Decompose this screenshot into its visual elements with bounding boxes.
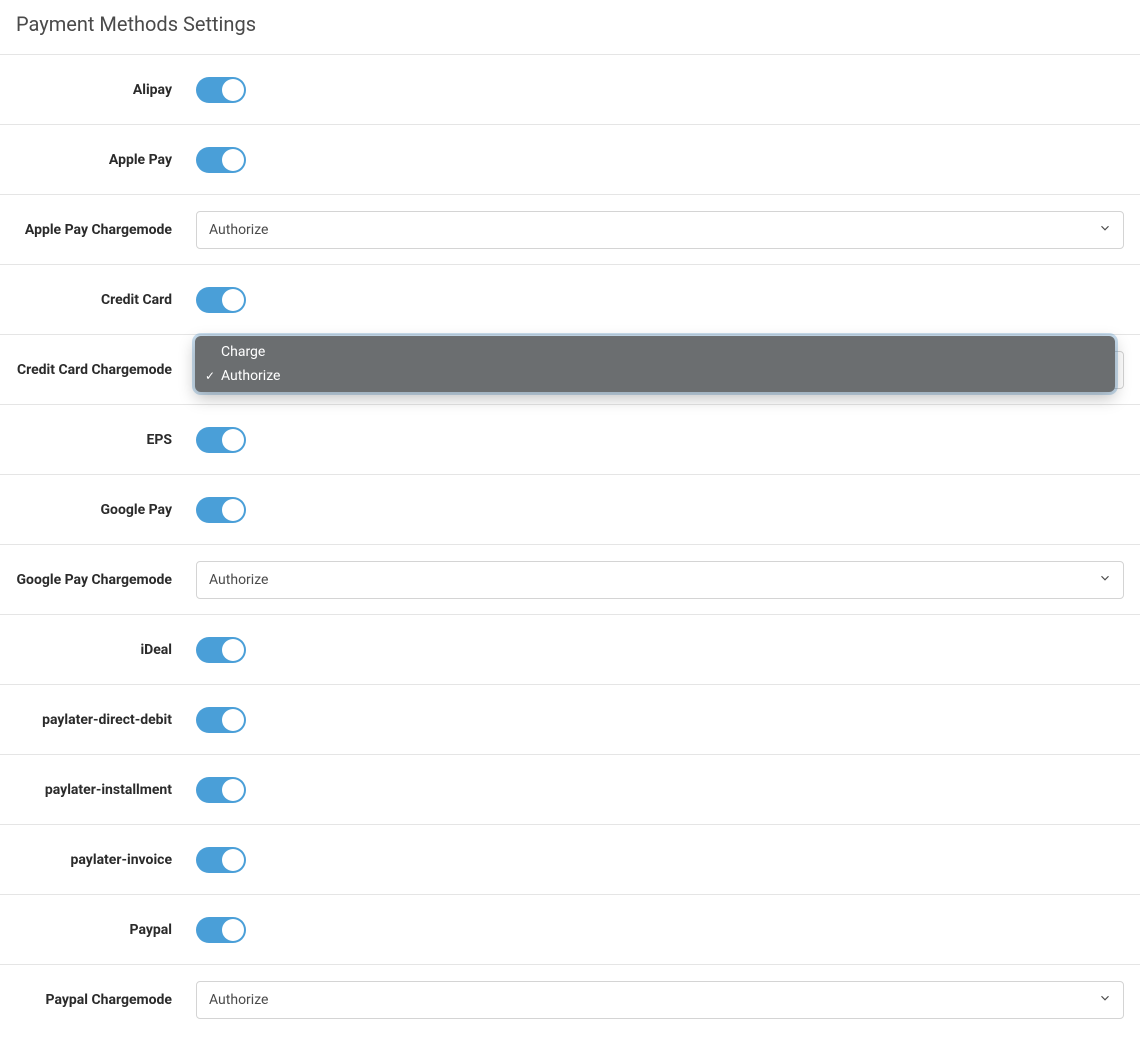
credit_card-toggle[interactable]: [196, 287, 246, 313]
row-label: Alipay: [16, 82, 196, 98]
paylater_installment-toggle[interactable]: [196, 777, 246, 803]
row-label: iDeal: [16, 642, 196, 658]
dropdown-menu[interactable]: Charge ✓ Authorize: [195, 336, 1115, 392]
toggle-knob: [222, 779, 244, 801]
eps-toggle[interactable]: [196, 427, 246, 453]
google_pay-toggle[interactable]: [196, 497, 246, 523]
toggle-knob: [222, 639, 244, 661]
paypal-toggle[interactable]: [196, 917, 246, 943]
settings-row-ideal: iDeal: [0, 614, 1140, 684]
settings-row-paylater_installment: paylater-installment: [0, 754, 1140, 824]
select-value: Authorize: [209, 222, 268, 238]
settings-row-paylater_direct_debit: paylater-direct-debit: [0, 684, 1140, 754]
dropdown-option-label: Authorize: [221, 368, 280, 384]
toggle-knob: [222, 919, 244, 941]
check-icon: ✓: [203, 369, 217, 383]
row-label: Credit Card: [16, 292, 196, 308]
dropdown-option[interactable]: ✓ Authorize: [195, 364, 1115, 388]
settings-row-alipay: Alipay: [0, 54, 1140, 124]
settings-row-apple_pay: Apple Pay: [0, 124, 1140, 194]
settings-row-google_pay_chargemode: Google Pay Chargemode Authorize: [0, 544, 1140, 614]
settings-row-apple_pay_chargemode: Apple Pay Chargemode Authorize: [0, 194, 1140, 264]
dropdown-option[interactable]: Charge: [195, 340, 1115, 364]
row-label: Credit Card Chargemode: [16, 362, 196, 378]
select-value: Authorize: [209, 572, 268, 588]
toggle-knob: [222, 849, 244, 871]
row-label: paylater-installment: [16, 782, 196, 798]
settings-row-credit_card: Credit Card: [0, 264, 1140, 334]
settings-row-eps: EPS: [0, 404, 1140, 474]
select-value: Authorize: [209, 992, 268, 1008]
toggle-knob: [222, 499, 244, 521]
page-title: Payment Methods Settings: [0, 0, 1140, 54]
apple_pay-toggle[interactable]: [196, 147, 246, 173]
row-label: Apple Pay Chargemode: [16, 222, 196, 238]
row-label: paylater-direct-debit: [16, 712, 196, 728]
settings-row-paypal: Paypal: [0, 894, 1140, 964]
toggle-knob: [222, 149, 244, 171]
row-label: Paypal: [16, 922, 196, 938]
settings-row-google_pay: Google Pay: [0, 474, 1140, 544]
toggle-knob: [222, 79, 244, 101]
dropdown-option-label: Charge: [221, 344, 265, 360]
apple_pay_chargemode-select[interactable]: Authorize: [196, 211, 1124, 249]
settings-row-paypal_chargemode: Paypal Chargemode Authorize: [0, 964, 1140, 1034]
ideal-toggle[interactable]: [196, 637, 246, 663]
toggle-knob: [222, 429, 244, 451]
row-label: Paypal Chargemode: [16, 992, 196, 1008]
paypal_chargemode-select[interactable]: Authorize: [196, 981, 1124, 1019]
paylater_direct_debit-toggle[interactable]: [196, 707, 246, 733]
alipay-toggle[interactable]: [196, 77, 246, 103]
row-label: paylater-invoice: [16, 852, 196, 868]
paylater_invoice-toggle[interactable]: [196, 847, 246, 873]
row-label: Google Pay: [16, 502, 196, 518]
toggle-knob: [222, 709, 244, 731]
toggle-knob: [222, 289, 244, 311]
row-label: EPS: [16, 432, 196, 448]
row-label: Google Pay Chargemode: [16, 572, 196, 588]
row-label: Apple Pay: [16, 152, 196, 168]
settings-row-paylater_invoice: paylater-invoice: [0, 824, 1140, 894]
google_pay_chargemode-select[interactable]: Authorize: [196, 561, 1124, 599]
